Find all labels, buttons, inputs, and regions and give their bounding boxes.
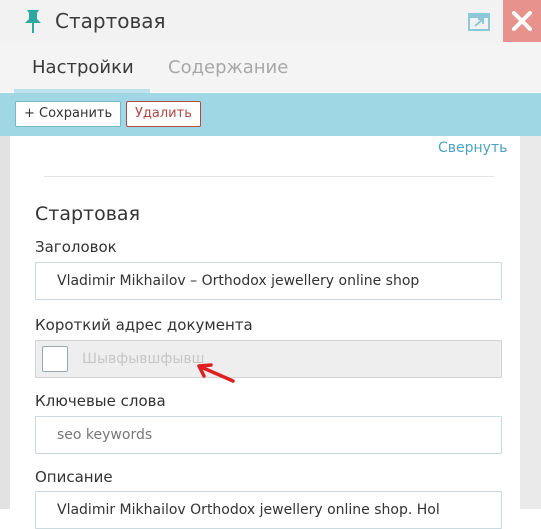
- collapse-link[interactable]: Свернуть: [438, 140, 507, 156]
- alias-label: Короткий адрес документа: [35, 316, 253, 334]
- keywords-label: Ключевые слова: [35, 392, 166, 410]
- red-arrow-annotation: [197, 363, 235, 383]
- alias-value: Шывфывшфывш: [82, 351, 205, 367]
- window-title: Стартовая: [55, 9, 166, 33]
- description-input[interactable]: Vladimir Mikhailov Orthodox jewellery on…: [35, 491, 502, 529]
- tabs-bar: Настройки Содержание: [0, 42, 541, 92]
- close-icon: [512, 11, 532, 31]
- scrollbar-track[interactable]: [520, 136, 541, 509]
- title-value: Vladimir Mikhailov – Orthodox jewellery …: [57, 273, 420, 289]
- alias-input[interactable]: Шывфывшфывш: [35, 340, 502, 378]
- keywords-input[interactable]: seo keywords: [35, 416, 502, 454]
- divider: [44, 176, 494, 177]
- tab-settings[interactable]: Настройки: [32, 57, 134, 78]
- tab-content[interactable]: Содержание: [168, 57, 288, 78]
- title-label: Заголовок: [35, 238, 117, 256]
- alias-auto-checkbox[interactable]: [42, 346, 68, 372]
- keywords-placeholder: seo keywords: [57, 427, 153, 443]
- description-label: Описание: [35, 468, 113, 486]
- description-value: Vladimir Mikhailov Orthodox jewellery on…: [57, 502, 440, 518]
- close-button[interactable]: [503, 0, 541, 42]
- left-border: [0, 136, 10, 509]
- undock-icon[interactable]: [467, 10, 491, 32]
- pin-icon[interactable]: [22, 8, 44, 34]
- section-title: Стартовая: [35, 203, 141, 225]
- save-button[interactable]: + Сохранить: [15, 101, 122, 127]
- toolbar: + Сохранить Удалить: [0, 93, 541, 136]
- delete-button[interactable]: Удалить: [126, 101, 201, 127]
- title-input[interactable]: Vladimir Mikhailov – Orthodox jewellery …: [35, 262, 502, 300]
